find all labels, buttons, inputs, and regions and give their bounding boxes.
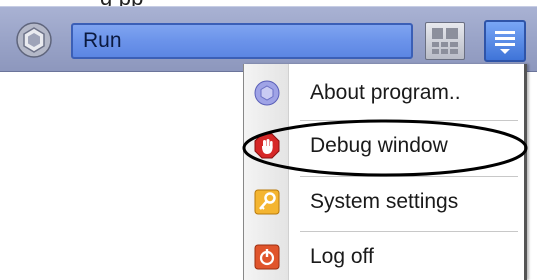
menu-item-system-settings[interactable]: System settings bbox=[244, 177, 525, 229]
command-input[interactable]: Run bbox=[71, 23, 413, 59]
menu-item-label: System settings bbox=[310, 190, 459, 213]
menu-item-label: About program.. bbox=[310, 81, 461, 104]
grid-layout-icon[interactable] bbox=[425, 22, 465, 60]
menu-item-about-program[interactable]: About program.. bbox=[244, 68, 525, 120]
main-dropdown-menu: About program.. Debug window System sett… bbox=[243, 64, 527, 280]
screenshot-stage: g pp Run bbox=[0, 0, 537, 280]
menu-item-debug-window[interactable]: Debug window bbox=[244, 121, 525, 173]
menu-item-log-off[interactable]: Log off bbox=[244, 232, 525, 280]
key-icon bbox=[254, 189, 280, 215]
menu-item-label: Log off bbox=[310, 245, 374, 268]
main-toolbar: Run bbox=[0, 6, 537, 72]
power-off-icon bbox=[254, 244, 280, 270]
hamburger-menu-icon[interactable] bbox=[484, 20, 526, 62]
info-hexagon-icon bbox=[254, 80, 280, 106]
hexagon-logo-icon[interactable] bbox=[16, 22, 52, 58]
stop-hand-icon bbox=[254, 133, 280, 159]
menu-item-label: Debug window bbox=[310, 134, 448, 157]
